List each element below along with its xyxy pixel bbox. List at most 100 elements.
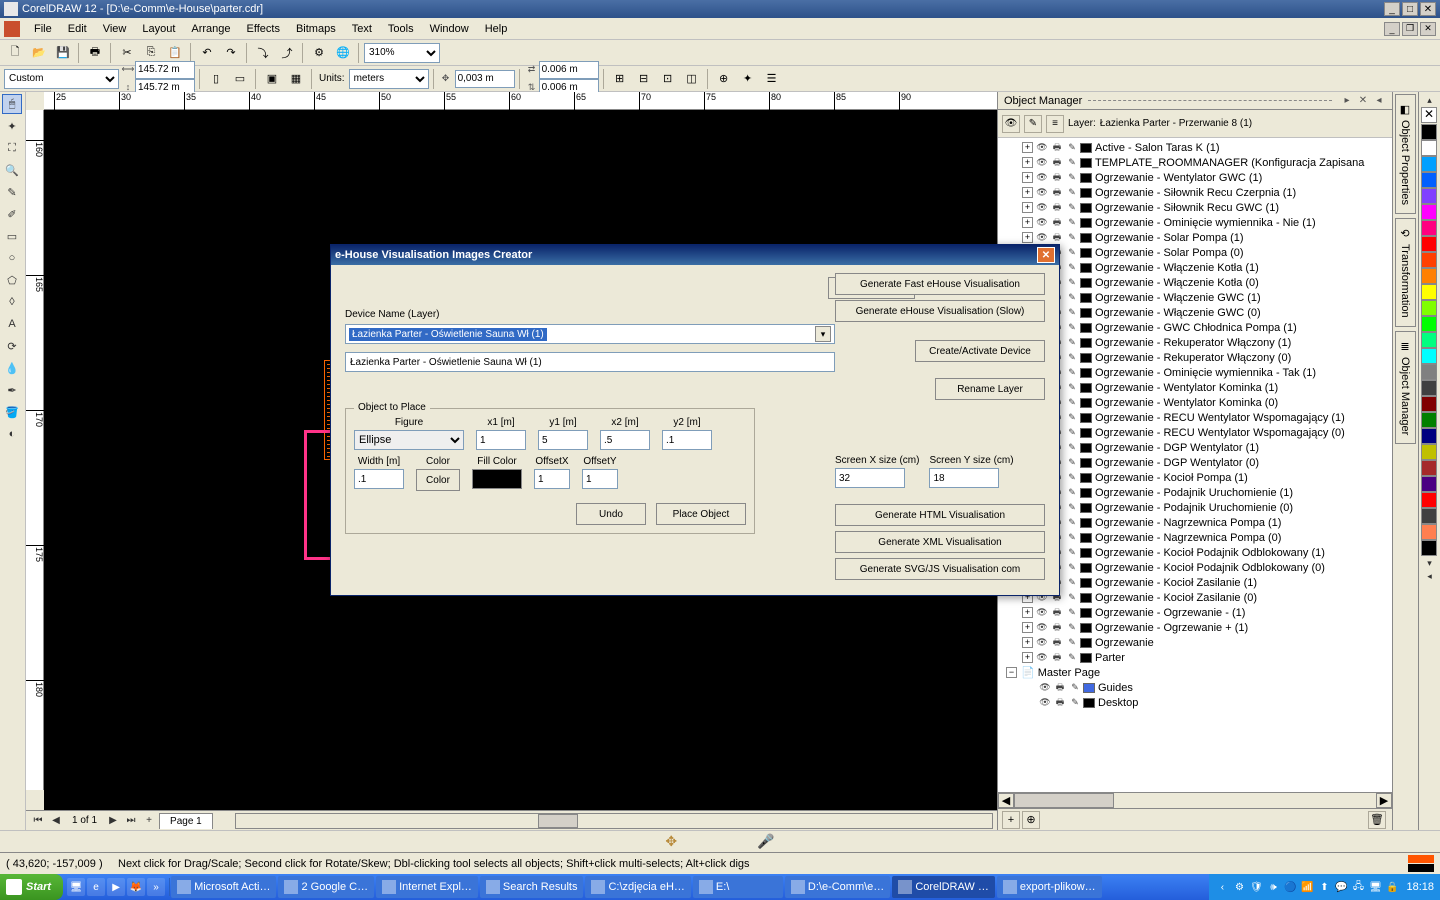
create-activate-button[interactable]: Create/Activate Device [915,340,1045,362]
taskbar-button[interactable]: D:\e-Comm\e… [785,876,890,898]
menu-text[interactable]: Text [344,21,380,37]
page-width-input[interactable] [135,61,195,79]
docker-close-button[interactable]: ✕ [1356,94,1370,108]
color-swatch[interactable] [1421,316,1437,332]
menu-view[interactable]: View [95,21,135,37]
taskbar-button[interactable]: CorelDRAW … [892,876,995,898]
visible-icon[interactable]: 👁 [1035,202,1049,214]
doc-restore-button[interactable]: ❐ [1402,22,1418,36]
page-prev-button[interactable]: ◀ [48,813,64,829]
rename-layer-button[interactable]: Rename Layer [935,378,1045,400]
color-swatch[interactable] [1421,540,1437,556]
print-icon[interactable]: 🖶 [1053,682,1067,694]
outline-tool[interactable]: ✒ [2,380,22,400]
new-button[interactable]: 🗋 [4,42,26,64]
close-button[interactable]: ✕ [1420,2,1436,16]
paper-select[interactable]: Custom [4,69,119,89]
freehand-tool[interactable]: ✎ [2,182,22,202]
edit-icon[interactable]: ✎ [1065,397,1079,409]
edit-icon[interactable]: ✎ [1068,682,1082,694]
dropdown-arrow-icon[interactable]: ▾ [815,326,831,342]
opt4-button[interactable]: ◫ [681,68,703,90]
print-icon[interactable]: 🖶 [1050,232,1064,244]
taskbar-button[interactable]: Search Results [480,876,584,898]
options-button[interactable]: ☰ [761,68,783,90]
tray-icon-4[interactable]: 🔵 [1283,880,1297,894]
x2-input[interactable]: .5 [600,430,650,450]
edit-icon[interactable]: ✎ [1065,472,1079,484]
taskbar-button[interactable]: Microsoft Acti… [171,876,276,898]
guides-row[interactable]: 👁🖶✎Guides [1000,680,1390,695]
taskbar-button[interactable]: E:\ [693,876,783,898]
edit-icon[interactable]: ✎ [1065,442,1079,454]
color-swatch[interactable] [1421,252,1437,268]
print-icon[interactable]: 🖶 [1050,157,1064,169]
visible-icon[interactable]: 👁 [1035,607,1049,619]
ql-more-icon[interactable]: » [147,878,165,896]
minimize-button[interactable]: _ [1384,2,1400,16]
edit-icon[interactable]: ✎ [1065,637,1079,649]
color-swatch[interactable] [1421,204,1437,220]
color-swatch[interactable] [1421,380,1437,396]
visible-icon[interactable]: 👁 [1035,187,1049,199]
edit-icon[interactable]: ✎ [1065,382,1079,394]
palette-up-button[interactable]: ▴ [1421,94,1438,106]
edit-icon[interactable]: ✎ [1065,412,1079,424]
layer-row[interactable]: +👁🖶✎Ogrzewanie - Siłownik Recu GWC (1) [1000,200,1390,215]
master-page-row[interactable]: − 📄 Master Page [1000,665,1390,680]
edit-icon[interactable]: ✎ [1065,187,1079,199]
edit-icon[interactable]: ✎ [1065,487,1079,499]
edit-icon[interactable]: ✎ [1065,277,1079,289]
print-icon[interactable]: 🖶 [1050,217,1064,229]
edit-icon[interactable]: ✎ [1065,142,1079,154]
expander-icon[interactable]: + [1022,172,1033,183]
edit-icon[interactable]: ✎ [1065,457,1079,469]
no-color-swatch[interactable] [1421,107,1437,123]
smart-draw-tool[interactable]: ✐ [2,204,22,224]
edit-icon[interactable]: ✎ [1065,172,1079,184]
edit-icon[interactable]: ✎ [1065,232,1079,244]
menu-tools[interactable]: Tools [380,21,422,37]
color-swatch[interactable] [1421,508,1437,524]
expander-icon[interactable]: + [1022,637,1033,648]
opt1-button[interactable]: ⊞ [609,68,631,90]
undo-button[interactable]: ↶ [196,42,218,64]
edit-icon[interactable]: ✎ [1065,547,1079,559]
edit-icon[interactable]: ✎ [1065,577,1079,589]
edit-icon[interactable]: ✎ [1065,247,1079,259]
open-button[interactable]: 📂 [28,42,50,64]
color-swatch[interactable] [1421,172,1437,188]
menu-edit[interactable]: Edit [60,21,95,37]
layer-row[interactable]: +👁🖶✎Ogrzewanie - Ogrzewanie + (1) [1000,620,1390,635]
desktop-row[interactable]: 👁🖶✎Desktop [1000,695,1390,710]
page-first-button[interactable]: ⏮ [30,813,46,829]
taskbar-button[interactable]: C:\zdjęcia eH… [585,876,690,898]
page-setup-button[interactable]: ▦ [285,68,307,90]
docker-layer-button[interactable]: ≡ [1046,115,1064,133]
visible-icon[interactable]: 👁 [1038,682,1052,694]
color-swatch[interactable] [1421,220,1437,236]
edit-icon[interactable]: ✎ [1065,652,1079,664]
color-swatch[interactable] [1421,332,1437,348]
page-add-button[interactable]: + [141,813,157,829]
import-button[interactable]: ⤵ [252,42,274,64]
tray-icon-8[interactable]: 🖧 [1351,880,1365,894]
docker-edit-button[interactable]: ✎ [1024,115,1042,133]
expander-icon[interactable]: + [1022,187,1033,198]
edit-icon[interactable]: ✎ [1065,532,1079,544]
tab-object-manager[interactable]: ≣Object Manager [1395,331,1416,444]
edit-icon[interactable]: ✎ [1065,502,1079,514]
print-button[interactable]: 🖶 [84,42,106,64]
delete-layer-button[interactable]: 🗑 [1368,811,1386,829]
edit-icon[interactable]: ✎ [1065,562,1079,574]
interactive-fill-tool[interactable]: ◐ [2,424,22,444]
layer-row[interactable]: +👁🖶✎Ogrzewanie - Solar Pompa (1) [1000,230,1390,245]
layer-row[interactable]: +👁🖶✎Ogrzewanie - Siłownik Recu Czerpnia … [1000,185,1390,200]
generate-svg-button[interactable]: Generate SVG/JS Visualisation com [835,558,1045,580]
menu-effects[interactable]: Effects [239,21,288,37]
visible-icon[interactable]: 👁 [1038,697,1052,709]
color-swatch[interactable] [1421,396,1437,412]
taskbar-button[interactable]: Internet Expl… [376,876,478,898]
menu-help[interactable]: Help [477,21,516,37]
dynamic-guides-button[interactable]: ✦ [737,68,759,90]
